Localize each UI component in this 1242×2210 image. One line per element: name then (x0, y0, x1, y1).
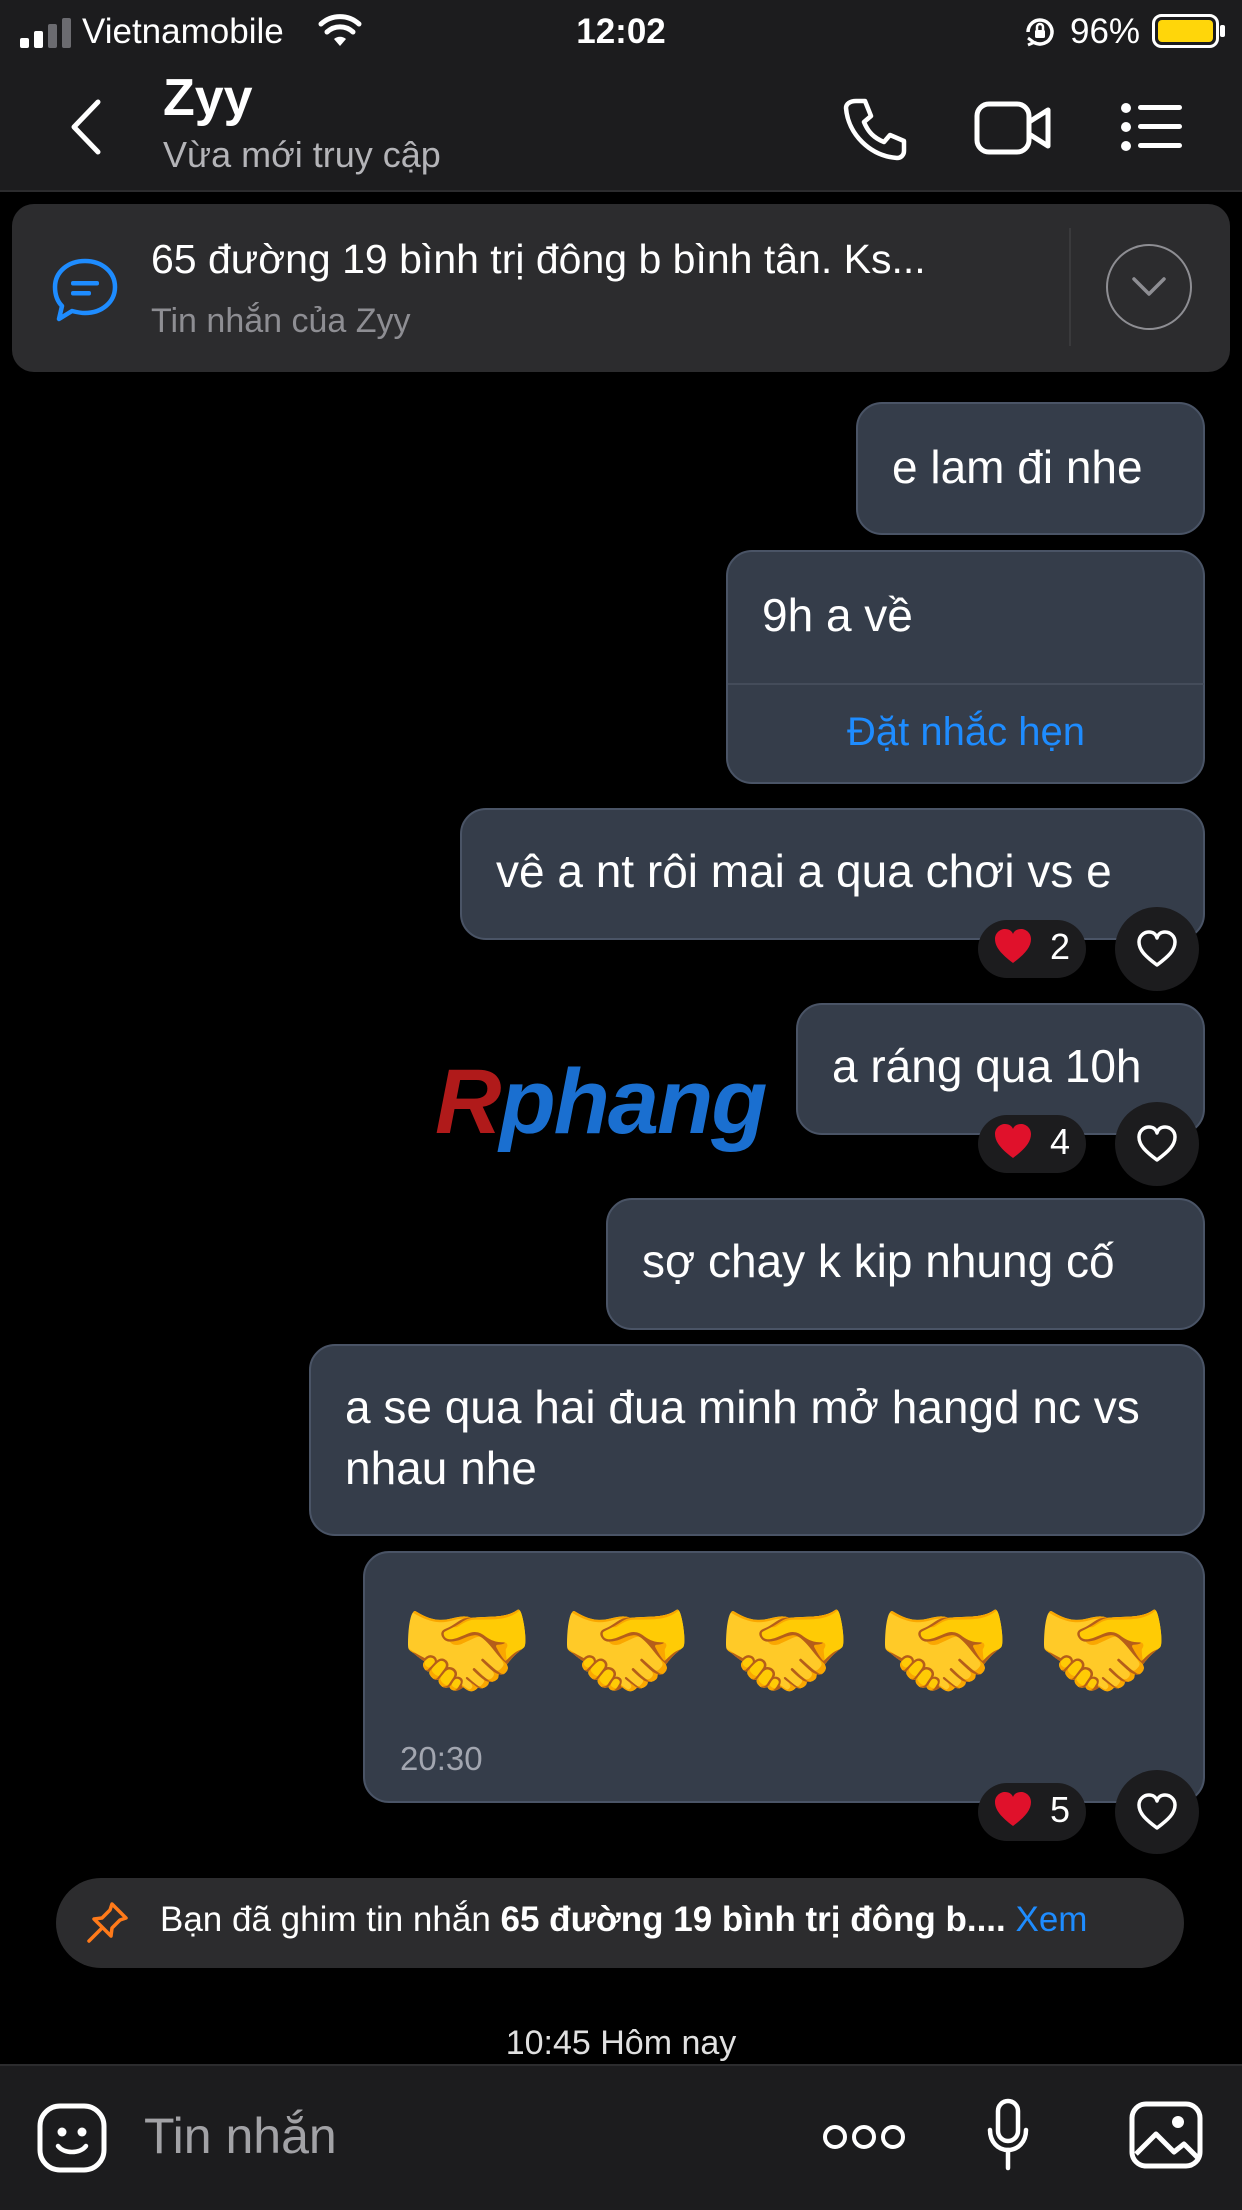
reaction-number: 2 (1050, 926, 1071, 967)
message-text: a se qua hai đua minh mở hangd nc vs nha… (345, 1381, 1140, 1494)
battery-icon (1152, 14, 1225, 48)
pin-notice-text: Bạn đã ghim tin nhắn 65 đường 19 bình tr… (160, 1900, 1088, 1939)
message-text: sợ chay k kip nhung cố (642, 1235, 1115, 1287)
contact-status: Vừa mới truy cập (163, 134, 441, 175)
like-button[interactable] (1115, 1102, 1199, 1186)
handshake-emoji: 🤝 (716, 1589, 853, 1712)
battery-percentage: 96% (1070, 12, 1141, 51)
like-icon (1137, 930, 1177, 967)
sticker-icon[interactable] (36, 2102, 108, 2174)
reaction-count[interactable]: 2 (978, 920, 1086, 978)
message-text: e lam đi nhe (892, 441, 1143, 493)
like-button[interactable] (1115, 1770, 1199, 1854)
reaction-number: 5 (1050, 1789, 1071, 1830)
pinned-message-text: 65 đường 19 bình trị đông b bình tân. Ks… (151, 236, 926, 282)
heart-icon (995, 1124, 1031, 1158)
menu-icon[interactable] (1120, 102, 1184, 152)
reaction-count[interactable]: 4 (978, 1115, 1086, 1173)
video-icon[interactable] (974, 100, 1052, 156)
handshake-emoji: 🤝 (875, 1589, 1012, 1712)
handshake-emoji: 🤝 (1034, 1589, 1171, 1712)
like-icon (1137, 1793, 1177, 1830)
pinned-message-banner[interactable] (12, 204, 1230, 372)
divider (1069, 228, 1071, 346)
chat-bubble-icon (52, 258, 118, 322)
message-text: vê a nt rôi mai a qua chơi vs e (496, 845, 1112, 897)
handshake-emoji: 🤝 (557, 1589, 694, 1712)
like-icon (1137, 1125, 1177, 1162)
back-icon[interactable] (66, 98, 106, 156)
watermark: Rphang (435, 1051, 767, 1153)
heart-icon (995, 1792, 1031, 1826)
heart-icon (995, 929, 1031, 963)
reaction-count[interactable]: 5 (978, 1783, 1086, 1841)
contact-name[interactable]: Zyy (163, 68, 253, 128)
like-button[interactable] (1115, 907, 1199, 991)
message-text: 9h a về (762, 589, 913, 641)
rotation-lock-icon (1026, 18, 1054, 47)
message-time: 20:30 (400, 1740, 483, 1777)
message-text: a ráng qua 10h (832, 1040, 1142, 1092)
message-input[interactable] (142, 2100, 746, 2172)
divider (728, 683, 1204, 685)
image-icon[interactable] (1128, 2100, 1204, 2170)
reaction-number: 4 (1050, 1121, 1071, 1162)
date-stamp: 10:45 Hôm nay (505, 2024, 737, 2062)
expand-pinned-button[interactable] (1106, 244, 1192, 330)
set-reminder-link[interactable]: Đặt nhắc hẹn (728, 710, 1204, 755)
view-pinned-link[interactable]: Xem (1016, 1900, 1088, 1939)
pin-icon (87, 1902, 128, 1943)
handshake-emoji: 🤝 (398, 1589, 535, 1712)
mic-icon[interactable] (986, 2098, 1030, 2174)
pinned-message-sender: Tin nhắn của Zyy (151, 302, 411, 340)
phone-icon[interactable] (840, 96, 908, 162)
more-icon[interactable] (822, 2122, 906, 2152)
chevron-down-icon (1132, 277, 1166, 296)
